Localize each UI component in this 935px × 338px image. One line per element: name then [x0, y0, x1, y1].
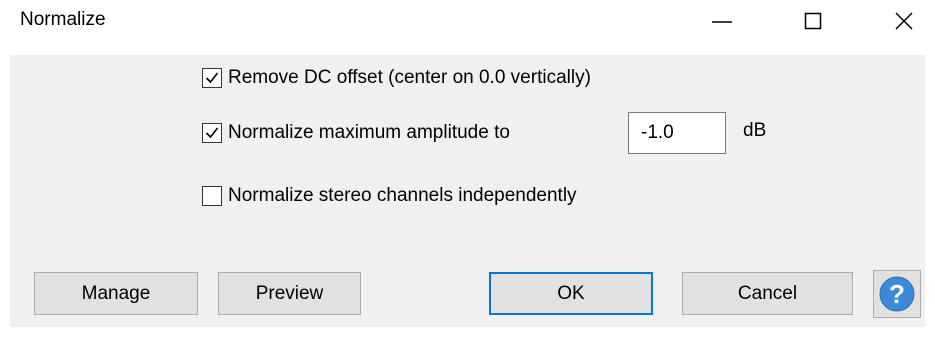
preview-button[interactable]: Preview — [218, 272, 361, 315]
close-button[interactable] — [880, 0, 926, 44]
normalize-dialog: Normalize Remove DC offset (center on 0.… — [0, 0, 935, 338]
maximize-button[interactable] — [791, 0, 837, 44]
stereo-independent-label[interactable]: Normalize stereo channels independently — [228, 185, 577, 207]
help-button[interactable]: ? — [873, 270, 921, 318]
stereo-independent-option[interactable]: Normalize stereo channels independently — [202, 184, 577, 208]
manage-button[interactable]: Manage — [34, 272, 198, 315]
minimize-button[interactable] — [700, 0, 746, 44]
remove-dc-offset-option[interactable]: Remove DC offset (center on 0.0 vertical… — [202, 66, 591, 90]
normalize-amplitude-option[interactable]: Normalize maximum amplitude to — [202, 121, 510, 145]
svg-text:?: ? — [889, 279, 905, 309]
stereo-independent-checkbox[interactable] — [202, 186, 222, 206]
window-title: Normalize — [20, 9, 106, 30]
normalize-amplitude-label[interactable]: Normalize maximum amplitude to — [228, 122, 510, 144]
cancel-button[interactable]: Cancel — [682, 272, 853, 315]
help-icon: ? — [879, 276, 915, 312]
title-bar[interactable]: Normalize — [0, 0, 935, 44]
amplitude-unit-label: dB — [743, 120, 767, 141]
maximize-icon — [804, 12, 822, 30]
remove-dc-offset-checkbox[interactable] — [202, 68, 222, 88]
close-icon — [895, 12, 913, 30]
checkmark-icon — [205, 127, 219, 139]
normalize-amplitude-checkbox[interactable] — [202, 123, 222, 143]
remove-dc-offset-label[interactable]: Remove DC offset (center on 0.0 vertical… — [228, 67, 591, 89]
amplitude-input[interactable] — [628, 112, 726, 154]
ok-button[interactable]: OK — [489, 272, 653, 315]
minimize-icon — [712, 21, 732, 23]
dialog-body: Remove DC offset (center on 0.0 vertical… — [10, 55, 925, 327]
checkmark-icon — [205, 72, 219, 84]
